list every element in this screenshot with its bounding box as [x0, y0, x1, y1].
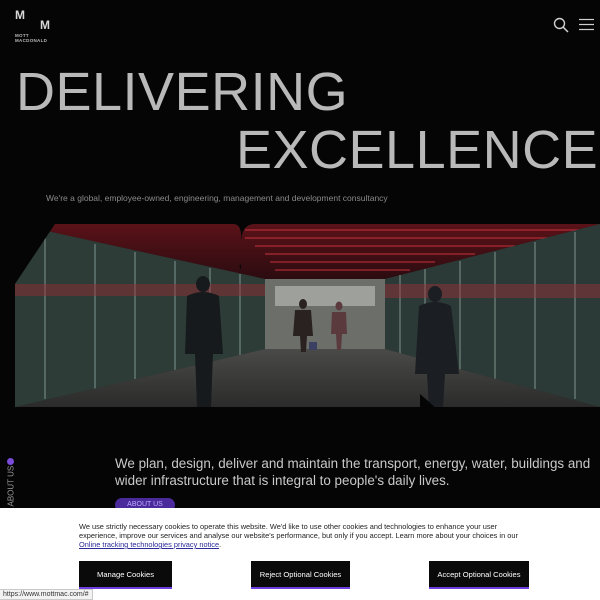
hero-heading-line2: EXCELLENCE: [236, 120, 599, 180]
logo-mark-top: M: [15, 8, 25, 22]
search-icon[interactable]: [553, 17, 569, 33]
hero-image-airport-corridor: [15, 224, 600, 407]
about-us-side-nav[interactable]: ABOUT US: [3, 458, 17, 508]
logo-mark-bottom: M: [40, 18, 50, 32]
hero-heading-line1: DELIVERING: [16, 62, 349, 122]
manage-cookies-button[interactable]: Manage Cookies: [79, 561, 172, 589]
accept-optional-cookies-button[interactable]: Accept Optional Cookies: [429, 561, 529, 589]
mission-statement: We plan, design, deliver and maintain th…: [115, 456, 591, 488]
logo-word-macdonald: MACDONALD: [15, 38, 48, 43]
cookie-consent-banner: We use strictly necessary cookies to ope…: [0, 508, 600, 600]
hero-subtitle: We're a global, employee-owned, engineer…: [46, 193, 388, 203]
about-us-side-label: ABOUT US: [6, 465, 16, 507]
privacy-notice-link[interactable]: Online tracking technologies privacy not…: [79, 540, 219, 549]
cookie-text-body: We use strictly necessary cookies to ope…: [79, 522, 518, 540]
cookie-text-end: .: [219, 540, 222, 549]
mott-macdonald-logo[interactable]: M M MOTT MACDONALD: [15, 8, 55, 43]
hamburger-menu-icon[interactable]: [579, 18, 594, 31]
reject-optional-cookies-button[interactable]: Reject Optional Cookies: [251, 561, 350, 589]
cookie-consent-text: We use strictly necessary cookies to ope…: [79, 522, 529, 549]
status-bar-url: https://www.mottmac.com/#: [0, 589, 93, 600]
